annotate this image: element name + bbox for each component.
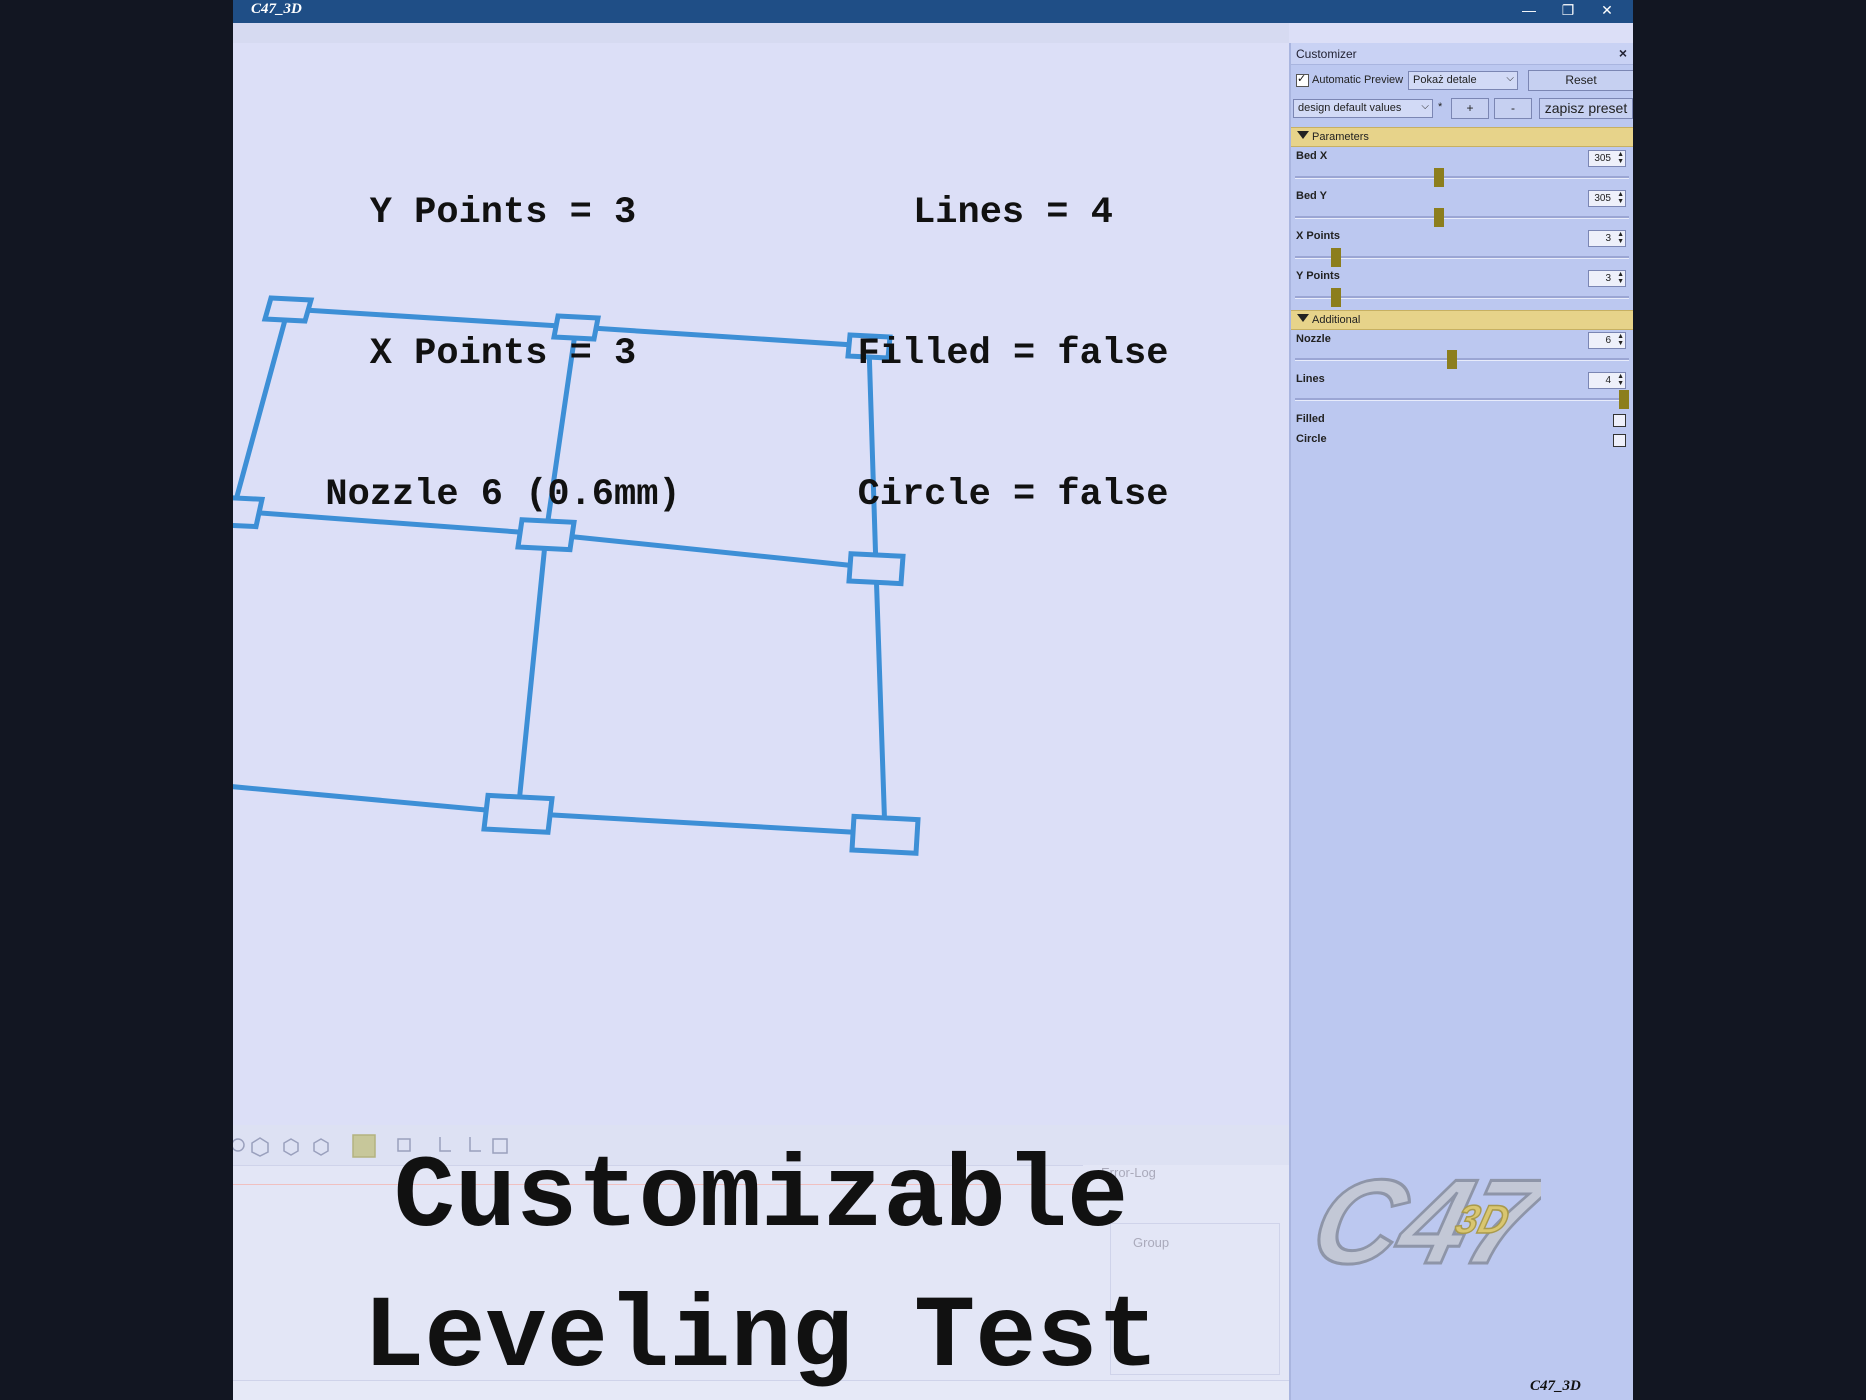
footer-signature: C47_3D: [1530, 1378, 1581, 1394]
param-nozzle-label: Nozzle: [1296, 333, 1331, 345]
param-filled-label: Filled: [1296, 413, 1325, 425]
detail-level-select[interactable]: Pokaż detale ⌵: [1408, 71, 1518, 90]
param-circle-checkbox[interactable]: [1613, 434, 1626, 447]
section-parameters-label: Parameters: [1312, 131, 1369, 143]
info-x-points: X Points = 3: [369, 333, 637, 375]
automatic-preview-label: Automatic Preview: [1312, 74, 1404, 86]
param-x-points-value: 3: [1605, 233, 1611, 244]
customizer-panel: Customizer × Automatic Preview Pokaż det…: [1289, 43, 1633, 1400]
preset-modified-mark: *: [1438, 101, 1443, 113]
param-y-points-value: 3: [1605, 273, 1611, 284]
info-y-points: Y Points = 3: [369, 192, 637, 234]
param-lines-slider-thumb[interactable]: [1619, 390, 1629, 409]
param-bed-y-slider-thumb[interactable]: [1434, 208, 1445, 227]
section-additional[interactable]: Additional: [1291, 310, 1633, 330]
info-circle: Circle = false: [857, 474, 1169, 516]
param-bed-x-spinbox[interactable]: 305 ▲ ▼: [1588, 150, 1626, 167]
param-y-points-slider[interactable]: [1295, 296, 1629, 299]
add-preset-button[interactable]: +: [1451, 98, 1489, 119]
info-right: Lines = 4 Filled = false Circle = false: [803, 96, 1223, 613]
grid-row-line: [515, 810, 888, 837]
save-preset-button[interactable]: zapisz preset: [1539, 98, 1633, 119]
close-button[interactable]: ✕: [1585, 0, 1629, 23]
param-nozzle-slider-thumb[interactable]: [1447, 350, 1458, 369]
param-bed-x-slider[interactable]: [1295, 176, 1629, 179]
grid-row-line: [233, 784, 521, 816]
param-circle-label: Circle: [1296, 433, 1327, 445]
preset-value: design default values: [1298, 102, 1402, 114]
spin-arrows-icon: ▲ ▼: [1617, 333, 1624, 347]
customizer-close-icon[interactable]: ×: [1619, 45, 1627, 61]
chevron-down-icon: ⌵: [1506, 73, 1514, 84]
param-bed-y-value: 305: [1594, 193, 1611, 204]
3d-viewport[interactable]: Y Points = 3 X Points = 3 Nozzle 6 (0.6m…: [233, 43, 1289, 1125]
grid-leveling-pad: [849, 813, 921, 856]
grid-leveling-pad: [481, 792, 555, 835]
section-parameters[interactable]: Parameters: [1291, 127, 1633, 147]
minimize-button[interactable]: —: [1507, 0, 1551, 23]
application-window: C47_3D — ❐ ✕ Y Points = 3 X Points = 3 N…: [233, 0, 1633, 1400]
chevron-down-icon: ⌵: [1421, 101, 1429, 112]
param-bed-x-label: Bed X: [1296, 150, 1328, 162]
grid-column-line: [233, 306, 291, 514]
collapse-triangle-icon: [1297, 131, 1309, 139]
overlay-title-line-2: Leveling Test: [363, 1280, 1159, 1396]
info-lines: Lines = 4: [913, 192, 1113, 234]
detail-level-value: Pokaż detale: [1413, 74, 1477, 86]
param-filled-checkbox[interactable]: [1613, 414, 1626, 427]
grid-leveling-pad: [233, 495, 266, 530]
c47-3d-logo: C47 3D: [1301, 1153, 1541, 1290]
param-lines-slider[interactable]: [1295, 398, 1629, 401]
info-filled: Filled = false: [857, 333, 1169, 375]
section-additional-label: Additional: [1312, 314, 1361, 326]
param-lines-spinbox[interactable]: 4 ▲ ▼: [1588, 372, 1626, 389]
preset-select[interactable]: design default values ⌵: [1293, 99, 1433, 118]
param-bed-y-spinbox[interactable]: 305 ▲ ▼: [1588, 190, 1626, 207]
param-bed-y-label: Bed Y: [1296, 190, 1327, 202]
param-lines-value: 4: [1605, 375, 1611, 386]
customizer-title: Customizer: [1296, 47, 1357, 61]
spin-arrows-icon: ▲ ▼: [1617, 191, 1624, 205]
window-title: C47_3D: [251, 1, 302, 17]
collapse-triangle-icon: [1297, 314, 1309, 322]
param-y-points-label: Y Points: [1296, 270, 1340, 282]
param-y-points-spinbox[interactable]: 3 ▲ ▼: [1588, 270, 1626, 287]
param-y-points-slider-thumb[interactable]: [1330, 288, 1341, 307]
spin-arrows-icon: ▲ ▼: [1617, 373, 1624, 387]
spin-arrows-icon: ▲ ▼: [1617, 151, 1624, 165]
restore-button[interactable]: ❐: [1546, 0, 1590, 23]
param-x-points-slider[interactable]: [1295, 256, 1629, 259]
param-bed-y-slider[interactable]: [1295, 216, 1629, 219]
grid-leveling-pad: [261, 295, 315, 324]
remove-preset-button[interactable]: -: [1494, 98, 1532, 119]
param-nozzle-slider[interactable]: [1295, 358, 1629, 361]
param-nozzle-value: 6: [1605, 335, 1611, 346]
automatic-preview-checkbox[interactable]: [1296, 72, 1309, 87]
title-bar: C47_3D — ❐ ✕: [233, 0, 1633, 23]
overlay-title-line-1: Customizable: [393, 1140, 1129, 1256]
param-bed-x-slider-thumb[interactable]: [1434, 168, 1445, 187]
toolbar-strip: [233, 23, 1289, 44]
spin-arrows-icon: ▲ ▼: [1617, 271, 1624, 285]
param-lines-label: Lines: [1296, 373, 1325, 385]
param-x-points-slider-thumb[interactable]: [1330, 248, 1341, 267]
param-x-points-spinbox[interactable]: 3 ▲ ▼: [1588, 230, 1626, 247]
info-nozzle: Nozzle 6 (0.6mm): [325, 474, 681, 516]
param-x-points-label: X Points: [1296, 230, 1341, 242]
info-left: Y Points = 3 X Points = 3 Nozzle 6 (0.6m…: [323, 96, 683, 613]
customizer-header: Customizer ×: [1291, 43, 1633, 65]
reset-button[interactable]: Reset: [1528, 70, 1633, 91]
param-nozzle-spinbox[interactable]: 6 ▲ ▼: [1588, 332, 1626, 349]
param-bed-x-value: 305: [1594, 153, 1611, 164]
spin-arrows-icon: ▲ ▼: [1617, 231, 1624, 245]
